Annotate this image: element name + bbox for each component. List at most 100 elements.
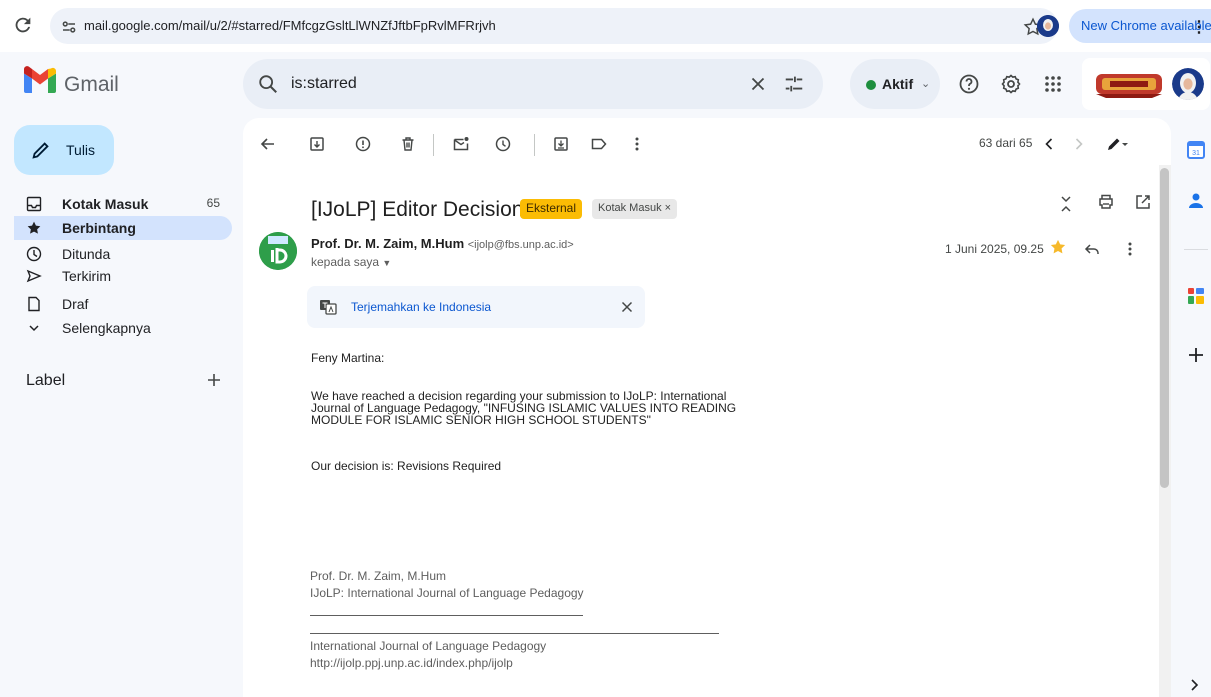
print-icon[interactable] [1096, 192, 1116, 212]
unread-count: 65 [206, 196, 220, 210]
sidebar-item-starred[interactable]: Berbintang [14, 216, 232, 240]
compose-button[interactable]: Tulis [14, 125, 114, 175]
add-addon-plus-icon[interactable] [1185, 344, 1207, 366]
tasks-apps-icon[interactable] [1185, 285, 1207, 307]
sidebar-item-label: Berbintang [62, 220, 136, 236]
translate-icon [319, 298, 337, 316]
avatar[interactable] [1172, 68, 1204, 100]
reload-icon[interactable] [12, 14, 34, 36]
chevron-down-icon: ⌄ [921, 78, 931, 90]
browser-toolbar: mail.google.com/mail/u/2/#starred/FMfcgz… [0, 0, 1211, 52]
account-switcher[interactable] [1082, 58, 1210, 110]
browser-profile-avatar[interactable] [1037, 15, 1059, 37]
scrollbar-thumb[interactable] [1160, 168, 1169, 488]
signature-url[interactable]: http://ijolp.ppj.unp.ac.id/index.php/ijo… [310, 656, 513, 670]
label-tag-icon[interactable] [589, 134, 609, 154]
expand-side-panel-chevron-icon[interactable] [1185, 676, 1203, 694]
email-subject: [IJoLP] Editor Decision [311, 198, 524, 221]
mark-unread-icon[interactable] [451, 134, 471, 154]
organization-logo [1092, 68, 1166, 100]
message-date: 1 Juni 2025, 09.25 [945, 242, 1044, 256]
labels-heading: Label [26, 372, 66, 389]
sidebar-item-label: Selengkapnya [62, 320, 151, 336]
inbox-label-chip[interactable]: Kotak Masuk × [592, 199, 678, 219]
search-bar[interactable] [243, 59, 823, 109]
sidebar-item-label: Terkirim [62, 268, 111, 284]
star-icon [26, 220, 42, 236]
translate-banner: Terjemahkan ke Indonesia [307, 286, 645, 328]
help-icon[interactable] [957, 72, 981, 96]
sidebar-item-more[interactable]: Selengkapnya [14, 316, 232, 340]
new-chrome-available-button[interactable]: New Chrome available ⋮ [1069, 9, 1211, 43]
toolbar-divider [534, 134, 535, 156]
more-vert-icon[interactable]: ⋮ [1191, 17, 1207, 37]
add-label-plus-icon[interactable] [205, 371, 223, 389]
clock-icon [26, 246, 42, 262]
compose-label: Tulis [66, 142, 96, 158]
close-icon[interactable] [747, 73, 769, 95]
gmail-logo-icon[interactable] [22, 66, 58, 94]
snooze-clock-icon[interactable] [493, 134, 513, 154]
caret-down-icon: ▼ [382, 258, 392, 268]
sender-name[interactable]: Prof. Dr. M. Zaim, M.Hum <ijolp@fbs.unp.… [311, 236, 574, 251]
svg-text:31: 31 [1192, 150, 1200, 157]
site-info-icon[interactable] [60, 18, 78, 36]
close-icon[interactable] [619, 299, 635, 315]
delete-trash-icon[interactable] [398, 134, 418, 154]
status-dot-icon [866, 80, 876, 90]
calendar-icon[interactable]: 31 [1185, 139, 1207, 161]
collapse-all-icon[interactable] [1056, 194, 1076, 214]
url-text[interactable]: mail.google.com/mail/u/2/#starred/FMfcgz… [84, 18, 496, 33]
search-icon[interactable] [257, 73, 279, 95]
status-selector[interactable]: Aktif ⌄ [850, 59, 940, 109]
signature-name: Prof. Dr. M. Zaim, M.Hum [310, 569, 447, 583]
search-options-icon[interactable] [783, 73, 805, 95]
next-chevron-icon[interactable] [1069, 134, 1089, 154]
pencil-icon [30, 139, 52, 161]
sender-email: <ijolp@fbs.unp.ac.id> [467, 239, 574, 251]
draft-icon [26, 296, 42, 312]
back-arrow-icon[interactable] [258, 134, 278, 154]
external-badge: Eksternal [520, 199, 583, 219]
add-to-tasks-icon[interactable] [551, 134, 571, 154]
greeting: Feny Martina: [311, 351, 385, 365]
reply-arrow-icon[interactable] [1082, 239, 1102, 259]
sidebar-item-drafts[interactable]: Draf [14, 292, 232, 316]
sidebar-item-sent[interactable]: Terkirim [14, 264, 232, 288]
translate-link[interactable]: Terjemahkan ke Indonesia [351, 300, 491, 314]
sidebar-item-snoozed[interactable]: Ditunda [14, 242, 232, 266]
send-icon [26, 268, 42, 284]
message-view: 63 dari 65 [IJoLP] Editor Decision Ekste… [243, 118, 1171, 697]
signature-journal: IJoLP: International Journal of Language… [310, 586, 584, 600]
chevron-down-icon[interactable] [1119, 134, 1131, 154]
recipient-text: kepada saya [311, 255, 380, 269]
pagination-text: 63 dari 65 [979, 136, 1033, 150]
status-label: Aktif [882, 76, 914, 92]
sidebar-item-label: Kotak Masuk [62, 196, 149, 212]
body-paragraph-line: MODULE FOR ISLAMIC SENIOR HIGH SCHOOL ST… [311, 413, 651, 427]
apps-grid-icon[interactable] [1041, 72, 1065, 96]
contacts-icon[interactable] [1185, 190, 1207, 212]
sidebar-item-label: Draf [62, 296, 89, 312]
recipient-line[interactable]: kepada saya ▼ [311, 255, 391, 269]
decision-text: Our decision is: Revisions Required [311, 459, 502, 473]
search-input[interactable] [291, 69, 711, 99]
inbox-icon [26, 196, 42, 212]
divider-line [310, 633, 719, 634]
more-vert-icon[interactable] [627, 134, 647, 154]
date-text: 1 Juni 2025, 09.25 [945, 242, 1044, 256]
sidebar-item-inbox[interactable]: Kotak Masuk 65 [14, 192, 232, 216]
divider-line [310, 615, 583, 616]
sender-avatar[interactable] [259, 232, 297, 270]
address-bar[interactable]: mail.google.com/mail/u/2/#starred/FMfcgz… [50, 8, 1058, 44]
toolbar-divider [433, 134, 434, 156]
settings-gear-icon[interactable] [999, 72, 1023, 96]
archive-icon[interactable] [307, 134, 327, 154]
previous-chevron-icon[interactable] [1039, 134, 1059, 154]
report-spam-icon[interactable] [353, 134, 373, 154]
starred-star-icon[interactable] [1049, 238, 1067, 256]
more-vert-icon[interactable] [1120, 239, 1140, 259]
signature-journal-full: International Journal of Language Pedago… [310, 639, 547, 653]
open-new-window-icon[interactable] [1133, 192, 1153, 212]
chevron-down-icon [26, 320, 42, 336]
